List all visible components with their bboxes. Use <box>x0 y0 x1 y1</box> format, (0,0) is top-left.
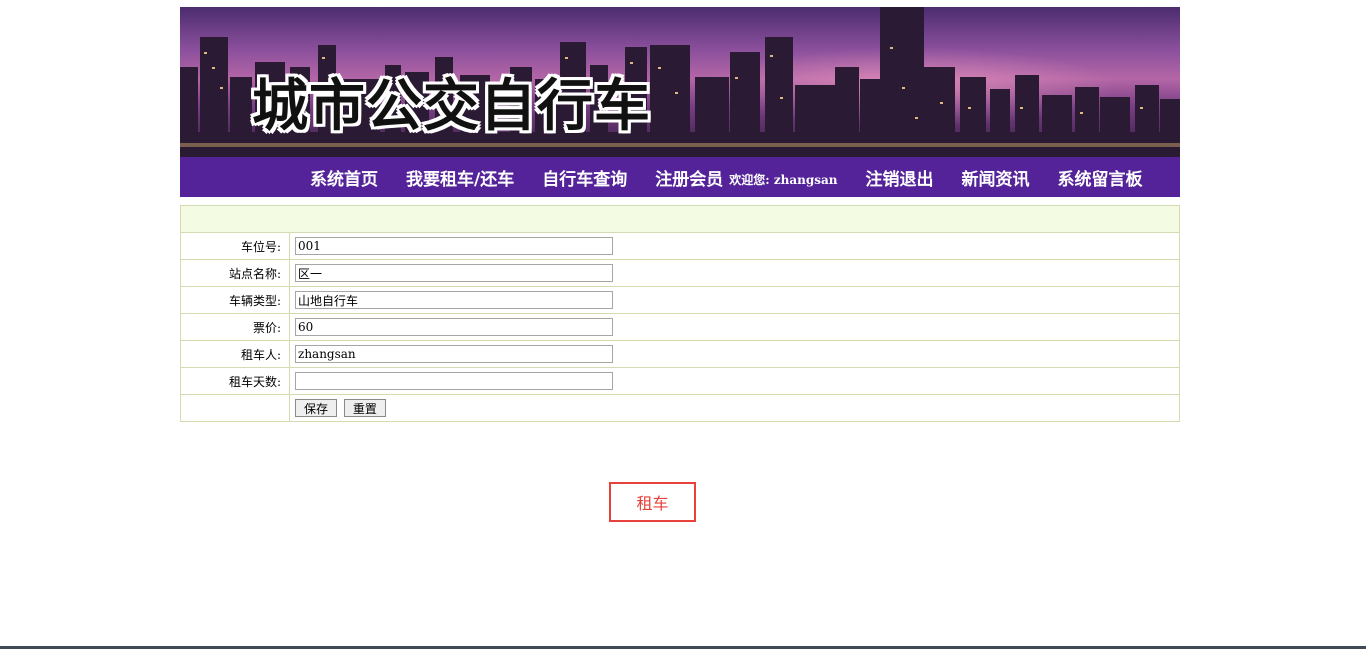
nav-item-bike-search[interactable]: 自行车查询 <box>542 165 627 190</box>
welcome-text: 欢迎您: zhangsan <box>729 172 838 187</box>
form-row-station-name: 站点名称: <box>180 259 1180 287</box>
price-field[interactable] <box>295 318 613 336</box>
slot-number-label: 车位号: <box>180 232 290 260</box>
form-row-renter: 租车人: <box>180 340 1180 368</box>
rent-button[interactable]: 租车 <box>609 482 696 522</box>
reset-button[interactable]: 重置 <box>343 399 386 417</box>
renter-label: 租车人: <box>180 340 290 368</box>
vehicle-type-field[interactable] <box>295 291 613 309</box>
nav-item-home[interactable]: 系统首页 <box>310 165 378 190</box>
rent-days-label: 租车天数: <box>180 367 290 395</box>
station-name-label: 站点名称: <box>180 259 290 287</box>
nav-item-news[interactable]: 新闻资讯 <box>962 165 1030 190</box>
rent-form-table: 车位号: 站点名称: 车辆类型: 票价: 租车人: 租车天数: 保存 重置 <box>180 205 1180 422</box>
vehicle-type-label: 车辆类型: <box>180 286 290 314</box>
form-row-price: 票价: <box>180 313 1180 341</box>
main-nav: 系统首页 我要租车/还车 自行车查询 注册会员 欢迎您: zhangsan 注销… <box>180 157 1180 197</box>
save-button[interactable]: 保存 <box>295 399 338 417</box>
form-row-actions: 保存 重置 <box>180 394 1180 422</box>
page-container: 城市公交自行车 系统首页 我要租车/还车 自行车查询 注册会员 欢迎您: zha… <box>180 7 1180 422</box>
form-header-row <box>180 205 1180 233</box>
form-row-slot-number: 车位号: <box>180 232 1180 260</box>
rent-days-field[interactable] <box>295 372 613 390</box>
station-name-field[interactable] <box>295 264 613 282</box>
price-label: 票价: <box>180 313 290 341</box>
nav-item-register[interactable]: 注册会员 <box>655 165 723 190</box>
nav-item-guestbook[interactable]: 系统留言板 <box>1058 165 1143 190</box>
site-title: 城市公交自行车 <box>252 74 651 139</box>
nav-item-rent-return[interactable]: 我要租车/还车 <box>406 165 514 190</box>
form-row-rent-days: 租车天数: <box>180 367 1180 395</box>
form-row-vehicle-type: 车辆类型: <box>180 286 1180 314</box>
header-banner: 城市公交自行车 <box>180 7 1180 157</box>
renter-field[interactable] <box>295 345 613 363</box>
slot-number-field[interactable] <box>295 237 613 255</box>
nav-item-logout[interactable]: 注销退出 <box>866 165 934 190</box>
